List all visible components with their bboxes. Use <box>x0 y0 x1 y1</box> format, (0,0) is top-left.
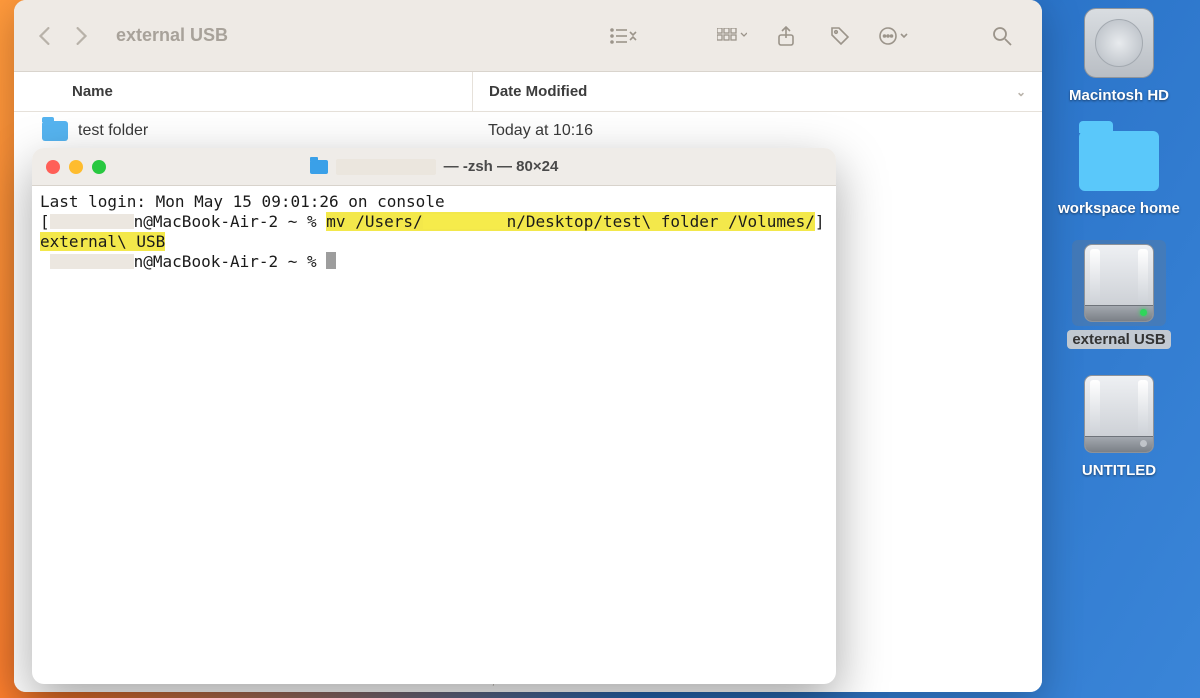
external-disk-icon <box>1084 375 1154 453</box>
folder-icon <box>310 160 328 174</box>
desktop-label: UNTITLED <box>1077 461 1161 480</box>
desktop-folder-workspace-home[interactable]: workspace home <box>1049 127 1189 218</box>
terminal-titlebar[interactable]: — -zsh — 80×24 <box>32 148 836 186</box>
terminal-window: — -zsh — 80×24 Last login: Mon May 15 09… <box>32 148 836 684</box>
grid-view-button[interactable] <box>712 21 752 51</box>
redacted-text <box>336 159 436 175</box>
desktop-volume-untitled[interactable]: UNTITLED <box>1049 371 1189 480</box>
window-zoom-button[interactable] <box>92 160 106 174</box>
finder-title: external USB <box>116 25 228 46</box>
file-name: test folder <box>78 122 148 140</box>
finder-column-headers: Name Date Modified ⌄ <box>14 72 1042 112</box>
table-row[interactable]: test folder Today at 10:16 <box>14 112 1042 150</box>
window-minimize-button[interactable] <box>69 160 83 174</box>
search-button[interactable] <box>982 21 1022 51</box>
view-list-button[interactable] <box>604 21 644 51</box>
desktop-label: workspace home <box>1053 199 1185 218</box>
nav-forward-button[interactable] <box>70 25 92 47</box>
desktop-label: Macintosh HD <box>1064 86 1174 105</box>
external-disk-icon <box>1084 244 1154 322</box>
terminal-prompt: n@MacBook-Air-2 ~ % <box>134 252 327 271</box>
window-close-button[interactable] <box>46 160 60 174</box>
desktop-volume-macintosh-hd[interactable]: Macintosh HD <box>1049 4 1189 105</box>
terminal-output[interactable]: Last login: Mon May 15 09:01:26 on conso… <box>32 186 836 684</box>
redacted-text <box>50 254 134 269</box>
cursor-icon <box>326 252 336 269</box>
sort-indicator-icon: ⌄ <box>1016 85 1026 99</box>
nav-back-button[interactable] <box>34 25 56 47</box>
redacted-text <box>423 214 507 229</box>
desktop-volume-external-usb[interactable]: external USB <box>1049 240 1189 349</box>
finder-toolbar: external USB <box>14 0 1042 72</box>
tags-button[interactable] <box>820 21 860 51</box>
terminal-command: external\ USB <box>40 232 165 251</box>
redacted-text <box>50 214 134 229</box>
share-button[interactable] <box>766 21 806 51</box>
terminal-line: Last login: Mon May 15 09:01:26 on conso… <box>40 192 445 211</box>
column-name-header[interactable]: Name <box>14 83 472 100</box>
desktop-icons: Macintosh HD workspace home external USB… <box>1046 0 1192 480</box>
terminal-command: mv /Users/n/Desktop/test\ folder /Volume… <box>326 212 815 231</box>
folder-icon <box>1079 131 1159 191</box>
column-modified-header[interactable]: Date Modified ⌄ <box>472 72 1042 111</box>
file-modified: Today at 10:16 <box>488 122 593 140</box>
folder-icon <box>42 121 68 141</box>
more-actions-button[interactable] <box>874 21 914 51</box>
terminal-prompt: n@MacBook-Air-2 ~ % <box>134 212 327 231</box>
internal-disk-icon <box>1084 8 1154 78</box>
terminal-title: — -zsh — 80×24 <box>32 158 836 175</box>
desktop-label: external USB <box>1067 330 1170 349</box>
